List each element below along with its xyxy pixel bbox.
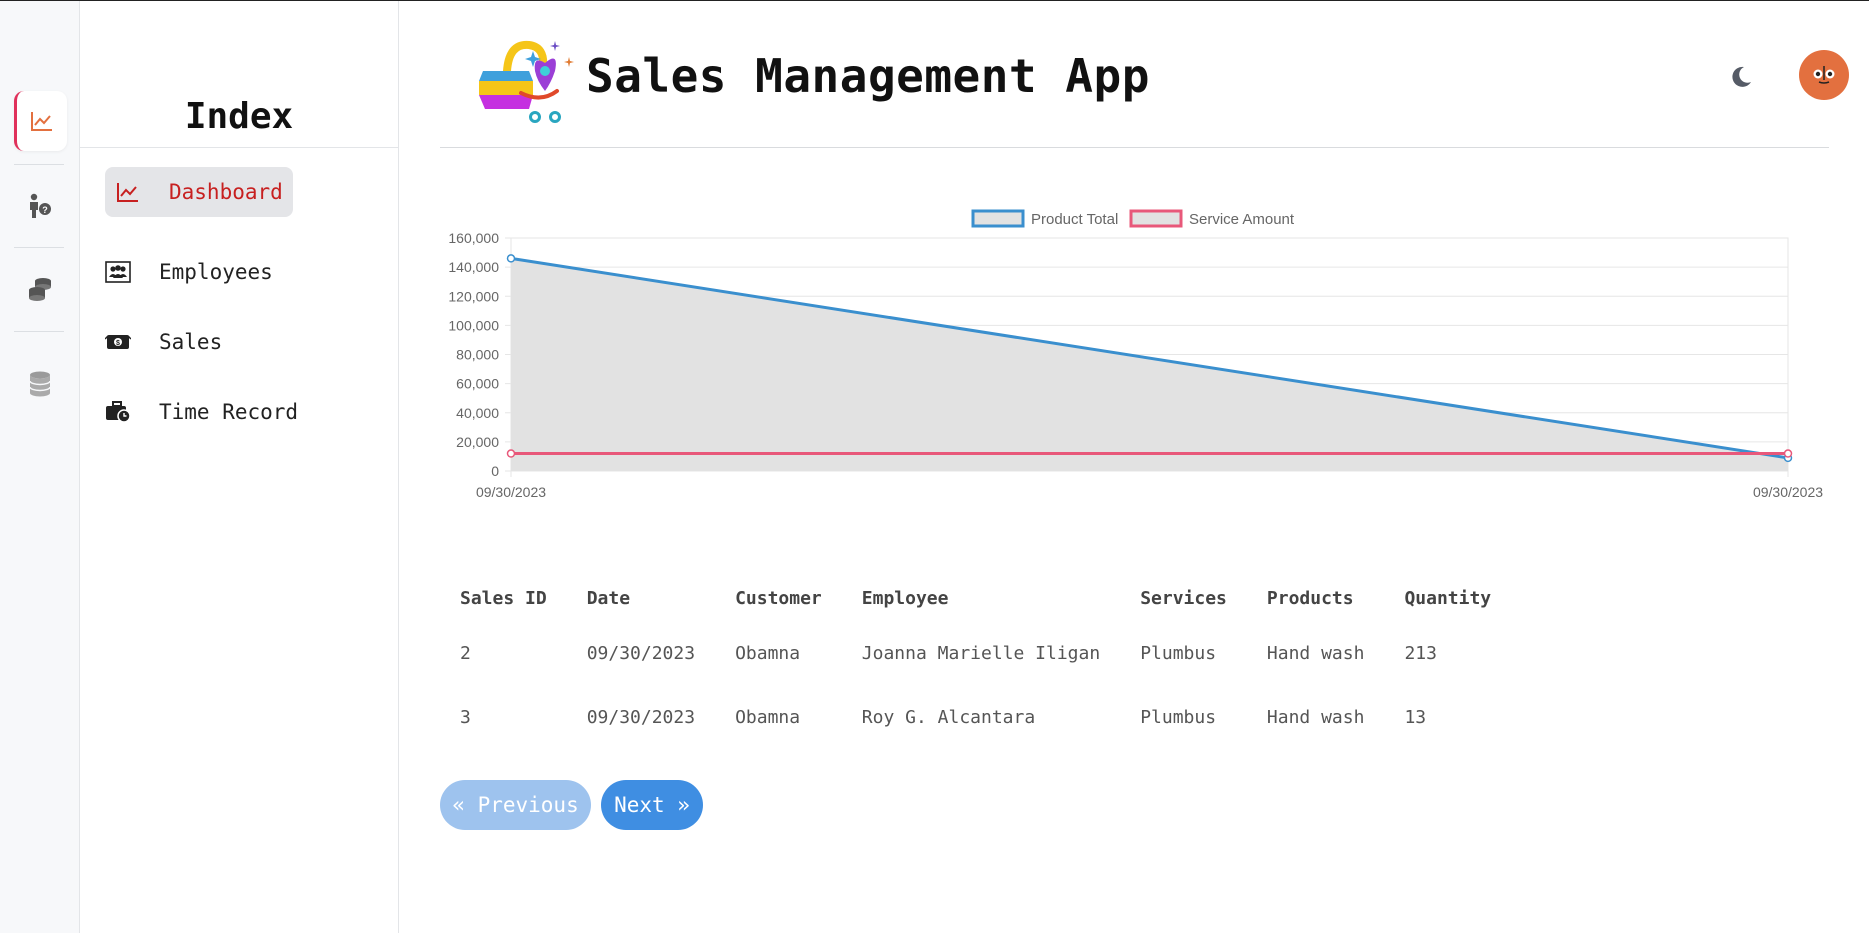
- table-cell: 2: [460, 642, 471, 664]
- database-icon: [29, 371, 51, 397]
- y-tick-label: 120,000: [448, 288, 499, 304]
- sidebar-item-employees[interactable]: Employees: [105, 247, 273, 297]
- legend-label: Product Total: [1031, 211, 1118, 228]
- y-tick-label: 80,000: [456, 347, 499, 363]
- chart-line-icon: [31, 112, 52, 131]
- legend-swatch: [1129, 209, 1183, 228]
- y-tick-label: 100,000: [448, 317, 499, 333]
- column-header[interactable]: Products: [1247, 575, 1385, 621]
- index-sidebar: Index Dashboard Employees $ Sales Time R…: [80, 1, 399, 933]
- sales-table: Sales ID Date Customer Employee Services…: [440, 575, 1511, 749]
- pagination: « Previous Next »: [440, 780, 713, 830]
- legend-label: Service Amount: [1189, 211, 1295, 228]
- y-tick-label: 160,000: [448, 230, 499, 246]
- moon-icon[interactable]: [1729, 65, 1753, 89]
- page-header: Sales Management App: [440, 1, 1849, 148]
- table-cell: 3: [460, 706, 471, 728]
- y-tick-label: 20,000: [456, 434, 499, 450]
- table-cell: 09/30/2023: [586, 706, 696, 728]
- table-cell: Plumbus: [1140, 706, 1217, 728]
- coins-stack-icon: [29, 278, 51, 301]
- table-cell: 13: [1404, 706, 1427, 728]
- app-logo: [479, 40, 574, 123]
- table-cell: Joanna Marielle Iligan: [861, 642, 1101, 664]
- x-tick-label: 09/30/2023: [476, 484, 546, 500]
- sidebar-divider: [80, 147, 398, 148]
- data-point: [506, 254, 516, 263]
- table-cell: Hand wash: [1266, 706, 1365, 728]
- sidebar-item-label: Time Record: [159, 400, 299, 424]
- y-tick-label: 40,000: [456, 405, 499, 421]
- rail-divider: [14, 247, 64, 248]
- sidebar-item-sales[interactable]: $ Sales: [105, 317, 222, 367]
- data-point: [1783, 449, 1793, 458]
- table-cell: Hand wash: [1266, 642, 1365, 664]
- table-header-row: Sales ID Date Customer Employee Services…: [440, 575, 1511, 621]
- sidebar-item-label: Sales: [159, 330, 223, 354]
- sidebar-item-dashboard[interactable]: Dashboard: [105, 167, 293, 217]
- column-header[interactable]: Employee: [842, 575, 1120, 621]
- legend-swatch: [971, 209, 1025, 228]
- y-tick-label: 140,000: [448, 259, 499, 275]
- chart-svg: 160,000 140,000 120,000 100,000 80,000 60,000…: [448, 209, 1823, 500]
- y-tick-label: 0: [491, 463, 499, 479]
- x-tick-label: 09/30/2023: [1753, 484, 1823, 500]
- column-header[interactable]: Date: [567, 575, 715, 621]
- table-cell: Obamna: [735, 706, 801, 728]
- column-header[interactable]: Customer: [715, 575, 842, 621]
- app-title: Sales Management App: [586, 49, 1150, 103]
- rail-divider: [14, 164, 64, 165]
- previous-button[interactable]: « Previous: [440, 780, 591, 830]
- briefcase-clock-icon: [105, 399, 131, 425]
- money-icon: $: [105, 329, 131, 355]
- avatar[interactable]: [1799, 50, 1849, 100]
- sidebar-item-time-record[interactable]: Time Record: [105, 387, 298, 437]
- column-header[interactable]: Quantity: [1384, 575, 1511, 621]
- people-icon: [105, 259, 131, 285]
- table-row[interactable]: 3 09/30/2023 Obamna Roy G. Alcantara Plu…: [440, 685, 1511, 749]
- table-cell: Roy G. Alcantara: [861, 706, 1036, 728]
- table-cell: Obamna: [735, 642, 801, 664]
- next-button[interactable]: Next »: [601, 780, 703, 830]
- chart-line-icon: [115, 179, 141, 205]
- svg-text:?: ?: [42, 205, 48, 215]
- rail-divider: [14, 331, 64, 332]
- table-cell: 213: [1404, 642, 1437, 664]
- data-point: [506, 449, 516, 458]
- rail-sales-button[interactable]: [16, 259, 64, 319]
- person-question-icon: ?: [30, 193, 51, 218]
- svg-text:$: $: [116, 340, 120, 347]
- sidebar-item-label: Dashboard: [169, 180, 283, 204]
- sales-chart: 160,000 140,000 120,000 100,000 80,000 60,000…: [430, 200, 1850, 510]
- avatar-face-icon: [1813, 66, 1835, 84]
- icon-rail: ?: [0, 1, 80, 933]
- sidebar-item-label: Employees: [159, 260, 273, 284]
- sidebar-title: Index: [184, 96, 294, 137]
- rail-database-button[interactable]: [16, 354, 64, 414]
- table-cell: Plumbus: [1140, 642, 1217, 664]
- table-row[interactable]: 2 09/30/2023 Obamna Joanna Marielle Ilig…: [440, 621, 1511, 685]
- column-header[interactable]: Services: [1120, 575, 1247, 621]
- rail-dashboard-button[interactable]: [14, 91, 67, 151]
- column-header[interactable]: Sales ID: [440, 575, 567, 621]
- rail-employees-button[interactable]: ?: [16, 176, 64, 236]
- table-cell: 09/30/2023: [586, 642, 696, 664]
- y-tick-label: 60,000: [456, 376, 499, 392]
